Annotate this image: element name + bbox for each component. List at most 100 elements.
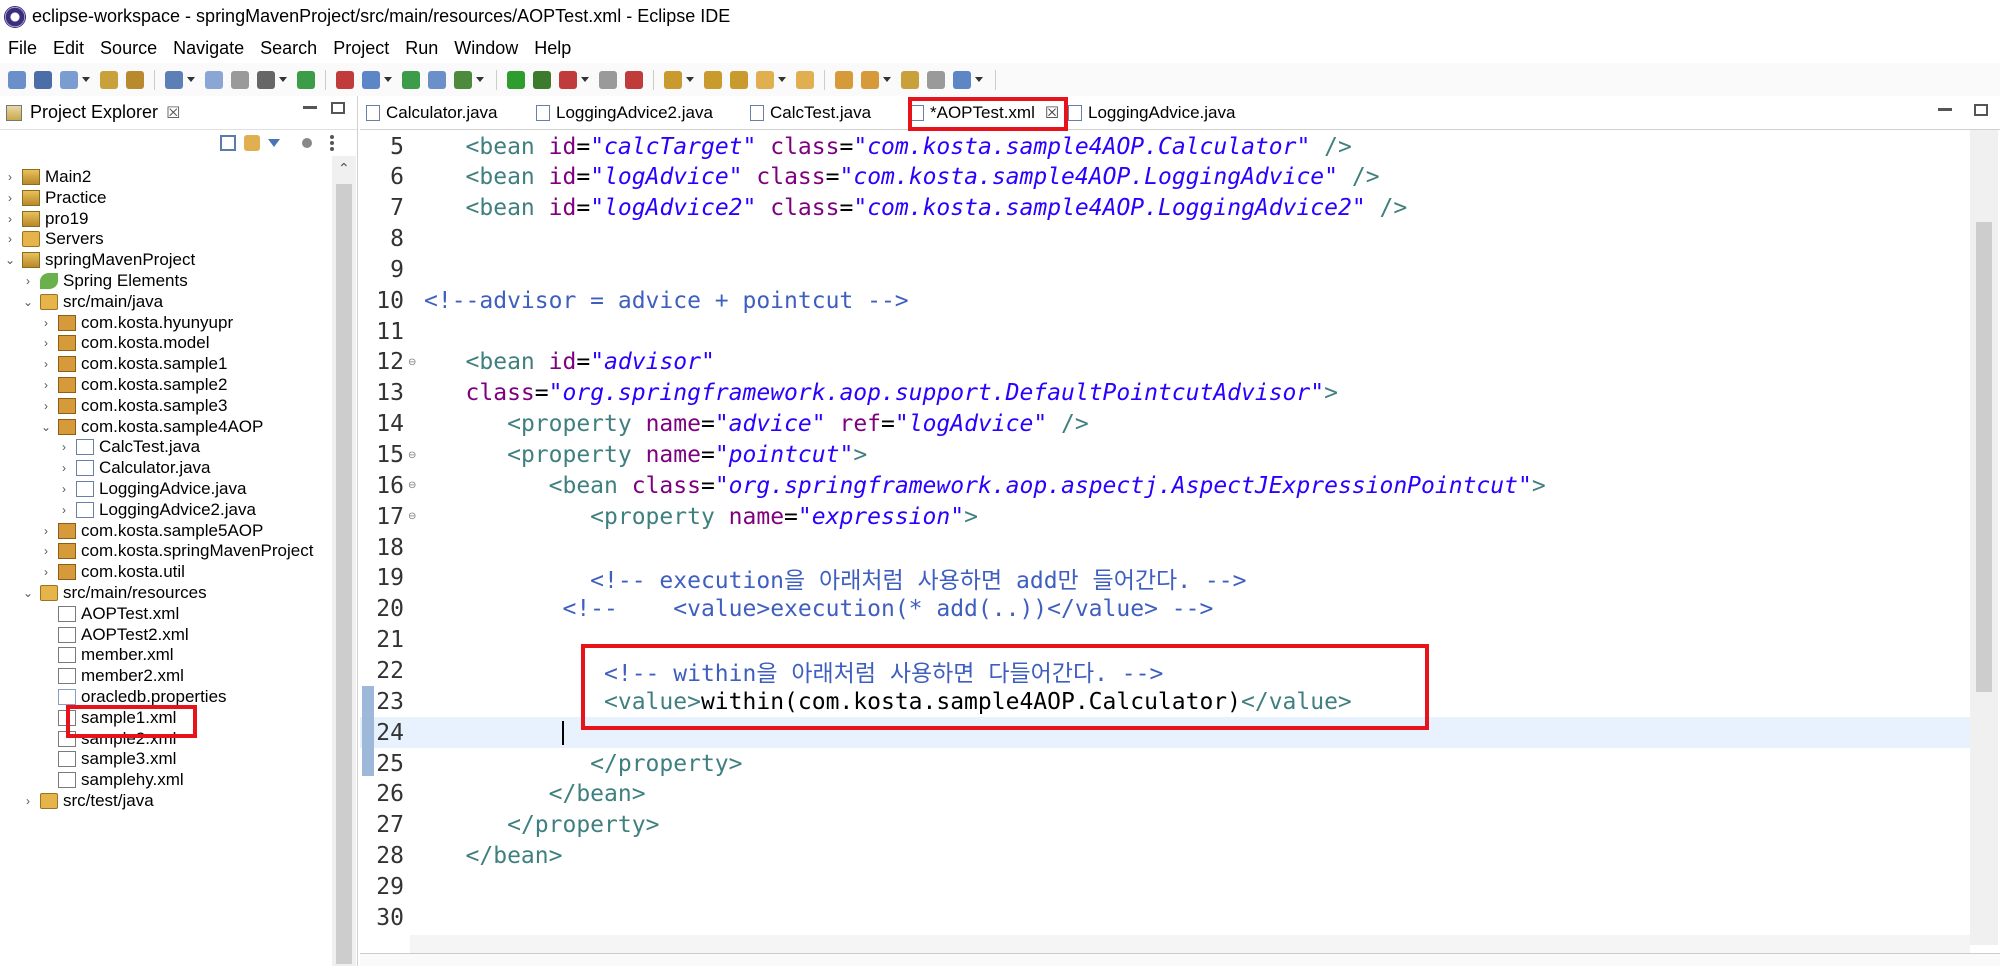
view-settings-icon[interactable]	[302, 138, 312, 148]
open-type-icon[interactable]	[730, 70, 748, 89]
menu-run[interactable]: Run	[397, 33, 446, 63]
chevron-down-icon[interactable]	[384, 77, 392, 82]
previous-annotation-icon[interactable]	[861, 70, 879, 89]
skip-breakpoints-icon[interactable]	[205, 70, 223, 89]
menu-edit[interactable]: Edit	[45, 33, 92, 63]
terminate-icon[interactable]	[559, 70, 577, 89]
chevron-down-icon[interactable]	[187, 77, 195, 82]
forward-icon[interactable]	[953, 70, 971, 89]
code-editor[interactable]: 5 <bean id="calcTarget" class="com.kosta…	[360, 130, 1970, 945]
chevron-down-icon[interactable]	[476, 77, 484, 82]
editor-tab[interactable]: *AOPTest.xml ☒	[910, 96, 1059, 130]
menu-file[interactable]: File	[0, 33, 45, 63]
run-icon[interactable]	[402, 70, 420, 89]
tree-item[interactable]: › src/test/java	[20, 788, 154, 814]
menu-source[interactable]: Source	[92, 33, 165, 63]
view-menu-icon[interactable]	[330, 135, 334, 151]
chevron-right-icon[interactable]: ›	[56, 482, 72, 496]
editor-tab[interactable]: LoggingAdvice2.java	[536, 96, 713, 130]
editor-vertical-scrollbar[interactable]	[1970, 130, 1998, 945]
menu-window[interactable]: Window	[446, 33, 526, 63]
scroll-up-icon[interactable]: ⌃	[338, 160, 350, 177]
chevron-down-icon[interactable]	[279, 77, 287, 82]
last-edit-icon[interactable]	[901, 70, 919, 89]
chevron-right-icon[interactable]: ›	[38, 336, 54, 350]
project-explorer-title[interactable]: Project Explorer	[30, 102, 158, 123]
menu-help[interactable]: Help	[526, 33, 579, 63]
debug-icon[interactable]	[297, 70, 315, 89]
external-tools-icon[interactable]	[454, 70, 472, 89]
minimize-editor-button[interactable]	[1938, 108, 1952, 111]
terminal-icon[interactable]	[165, 70, 183, 89]
fold-icon[interactable]: ⊖	[408, 450, 418, 461]
back-icon[interactable]	[927, 70, 945, 89]
chevron-right-icon[interactable]: ›	[38, 357, 54, 371]
search-icon[interactable]	[756, 70, 774, 89]
run-last-icon[interactable]	[507, 70, 525, 89]
debug-last-icon[interactable]	[533, 70, 551, 89]
chevron-down-icon[interactable]: ⌄	[20, 295, 36, 309]
fold-icon[interactable]: ⊖	[408, 511, 418, 522]
chevron-down-icon[interactable]: ⌄	[38, 420, 54, 434]
resume-icon[interactable]	[231, 70, 249, 89]
chevron-right-icon[interactable]: ›	[2, 232, 18, 246]
chevron-right-icon[interactable]: ›	[38, 378, 54, 392]
editor-tab[interactable]: Calculator.java	[366, 96, 498, 130]
chevron-down-icon[interactable]	[975, 77, 983, 82]
chevron-right-icon[interactable]: ›	[38, 524, 54, 538]
minimize-view-button[interactable]	[303, 106, 317, 109]
open-task-icon[interactable]	[362, 70, 380, 89]
editor-horizontal-scrollbar[interactable]	[410, 935, 1970, 953]
fold-icon[interactable]: ⊖	[408, 357, 418, 368]
maximize-view-button[interactable]	[331, 102, 345, 114]
chevron-down-icon[interactable]: ⌄	[20, 586, 36, 600]
build-icon[interactable]	[100, 70, 118, 89]
chevron-right-icon[interactable]: ›	[38, 316, 54, 330]
chevron-down-icon[interactable]	[686, 77, 694, 82]
menu-search[interactable]: Search	[252, 33, 325, 63]
close-view-icon[interactable]: ☒	[166, 103, 180, 123]
new-class-icon[interactable]	[704, 70, 722, 89]
build-all-icon[interactable]	[126, 70, 144, 89]
stop-server-icon[interactable]	[625, 70, 643, 89]
chevron-down-icon[interactable]	[778, 77, 786, 82]
next-annotation-icon[interactable]	[835, 70, 853, 89]
chevron-right-icon[interactable]: ›	[56, 461, 72, 475]
chevron-right-icon[interactable]: ›	[2, 212, 18, 226]
chevron-right-icon[interactable]: ›	[2, 191, 18, 205]
chevron-down-icon[interactable]	[581, 77, 589, 82]
chevron-down-icon[interactable]	[883, 77, 891, 82]
annotation-icon[interactable]	[796, 70, 814, 89]
save-icon[interactable]	[34, 70, 52, 89]
chevron-right-icon[interactable]: ›	[38, 399, 54, 413]
maximize-editor-button[interactable]	[1974, 104, 1988, 116]
link-with-editor-icon[interactable]	[244, 135, 260, 151]
save-all-icon[interactable]	[60, 70, 78, 89]
editor-scroll-thumb[interactable]	[1976, 222, 1992, 692]
chevron-right-icon[interactable]: ›	[38, 544, 54, 558]
filter-icon[interactable]	[268, 139, 280, 147]
editor-tab[interactable]: LoggingAdvice.java	[1068, 96, 1235, 130]
menu-project[interactable]: Project	[325, 33, 397, 63]
new-icon[interactable]	[8, 70, 26, 89]
chevron-right-icon[interactable]: ›	[20, 274, 36, 288]
new-package-icon[interactable]	[664, 70, 682, 89]
tree-scrollbar[interactable]: ⌃	[332, 156, 356, 966]
coverage-icon[interactable]	[428, 70, 446, 89]
chevron-down-icon[interactable]	[82, 77, 90, 82]
close-tab-icon[interactable]: ☒	[1045, 103, 1059, 123]
tree-scroll-thumb[interactable]	[336, 184, 352, 964]
chevron-right-icon[interactable]: ›	[38, 565, 54, 579]
suspend-icon[interactable]	[257, 70, 275, 89]
menu-navigate[interactable]: Navigate	[165, 33, 252, 63]
chevron-right-icon[interactable]: ›	[56, 440, 72, 454]
collapse-all-icon[interactable]	[220, 135, 236, 151]
fold-icon[interactable]: ⊖	[408, 480, 418, 491]
stop-icon[interactable]	[336, 70, 354, 89]
chevron-right-icon[interactable]: ›	[2, 170, 18, 184]
chevron-right-icon[interactable]: ›	[20, 794, 36, 808]
editor-tab[interactable]: CalcTest.java	[750, 96, 871, 130]
disconnect-icon[interactable]	[599, 70, 617, 89]
chevron-right-icon[interactable]: ›	[56, 503, 72, 517]
chevron-down-icon[interactable]: ⌄	[2, 253, 18, 267]
